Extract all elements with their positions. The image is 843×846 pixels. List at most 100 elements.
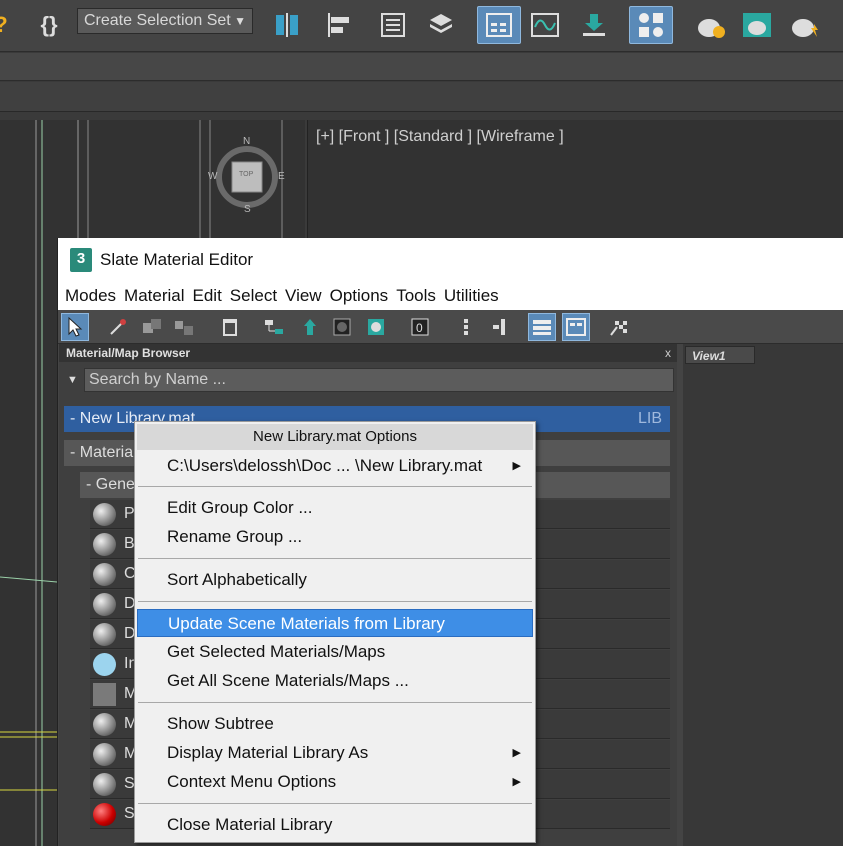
menu-item-update-scene-materials[interactable]: Update Scene Materials from Library [137,609,533,637]
viewcube-west: W [208,171,218,182]
hide-unused-icon[interactable] [296,313,324,341]
library-context-menu: New Library.mat Options C:\Users\delossh… [134,421,536,843]
material-swatch-blue-icon [93,653,116,676]
submenu-arrow-icon: ▶ [512,747,521,759]
put-material-icon[interactable] [138,313,166,341]
slate-toolbar: 0 [58,310,843,344]
assign-material-icon[interactable] [170,313,198,341]
chevron-down-icon: ▼ [234,14,246,28]
submenu-arrow-icon: ▶ [512,776,521,788]
schematic-view-icon[interactable] [577,6,611,44]
render-setup-icon[interactable] [692,6,730,44]
menu-item-label: Edit Group Color ... [167,498,313,517]
menu-item-sort-alphabetically[interactable]: Sort Alphabetically [137,566,533,594]
library-tag: LIB [637,410,662,427]
menu-options[interactable]: Options [330,286,389,306]
menu-item-get-all-scene-materials[interactable]: Get All Scene Materials/Maps ... [137,667,533,695]
menu-utilities[interactable]: Utilities [444,286,499,306]
search-options-icon[interactable]: ▼ [67,374,78,386]
move-children-icon[interactable] [260,313,288,341]
material-swatch-red-icon [93,803,116,826]
viewcube-north: N [243,136,251,147]
context-menu-header: New Library.mat Options [137,424,533,450]
materials-group-label: - Materia [70,444,134,461]
material-sphere-icon [93,743,116,766]
layout-all-icon[interactable] [452,313,480,341]
menu-item-context-menu-options[interactable]: Context Menu Options ▶ [137,768,533,796]
material-sphere-icon [93,713,116,736]
rendered-frame-icon[interactable] [738,6,776,44]
render-icon[interactable] [786,6,824,44]
browser-title-text: Material/Map Browser [66,346,191,360]
help-icon[interactable]: ? [0,6,12,44]
material-swatch-grey-icon [93,683,116,706]
parameter-editor-toggle-icon[interactable] [562,313,590,341]
toggle-scene-explorer-icon[interactable] [477,6,521,44]
eyedropper-icon[interactable] [104,313,132,341]
command-ribbon [0,53,843,81]
menu-item-close-library[interactable]: Close Material Library [137,811,533,839]
menu-item-label: Show Subtree [167,714,274,733]
menu-item-display-library-as[interactable]: Display Material Library As ▶ [137,739,533,767]
mirror-icon[interactable] [270,6,304,44]
material-sphere-icon [93,533,116,556]
menu-item-get-selected-materials[interactable]: Get Selected Materials/Maps [137,638,533,666]
selection-set-label: Create Selection Set [84,12,231,29]
viewport-toolbar [0,82,843,112]
sample-slot-icon[interactable]: 0 [406,313,434,341]
menu-item-label: Get All Scene Materials/Maps ... [167,671,409,690]
layout-children-icon[interactable] [486,313,514,341]
checker-background-icon[interactable] [362,313,390,341]
select-tool-icon[interactable] [61,313,89,341]
menu-item-rename-group[interactable]: Rename Group ... [137,523,533,551]
curve-editor-icon[interactable] [528,6,562,44]
menu-item-label: Get Selected Materials/Maps [167,642,386,661]
material-sphere-icon [93,623,116,646]
menu-item-label: Close Material Library [167,815,333,834]
menu-item-library-path[interactable]: C:\Users\delossh\Doc ... \New Library.ma… [137,452,533,480]
material-map-browser-toggle-icon[interactable] [528,313,556,341]
search-input[interactable]: Search by Name ... [84,368,674,392]
view-panel[interactable]: View1 [683,344,843,846]
menu-separator [138,601,532,602]
menu-modes[interactable]: Modes [65,286,116,306]
material-editor-icon[interactable] [629,6,673,44]
menu-item-label: Sort Alphabetically [167,570,307,589]
submenu-arrow-icon: ▶ [512,460,521,472]
menu-tools[interactable]: Tools [396,286,436,306]
menu-select[interactable]: Select [230,286,277,306]
browser-title: Material/Map Browser x [59,344,677,362]
menu-item-label: Rename Group ... [167,527,303,546]
menu-item-edit-group-color[interactable]: Edit Group Color ... [137,494,533,522]
viewport-label[interactable]: [+] [Front ] [Standard ] [Wireframe ] [316,128,564,146]
main-toolbar: ? {} Create Selection Set ▼ [0,0,843,52]
menu-view[interactable]: View [285,286,322,306]
delete-icon[interactable] [216,313,244,341]
menu-item-label: Update Scene Materials from Library [168,614,445,633]
menu-separator [138,702,532,703]
menu-item-label: Display Material Library As [167,743,369,762]
menu-item-label: C:\Users\delossh\Doc ... \New Library.ma… [167,456,483,475]
close-icon[interactable]: x [665,344,671,362]
menu-edit[interactable]: Edit [193,286,222,306]
menu-item-label: Context Menu Options [167,772,337,791]
viewcube[interactable]: N S W E TOP [208,136,285,215]
app-logo-icon: 3 [70,248,92,272]
menu-bar: Modes Material Edit Select View Options … [58,282,843,310]
align-icon[interactable] [322,6,356,44]
selection-set-dropdown[interactable]: Create Selection Set ▼ [77,8,253,34]
menu-material[interactable]: Material [124,286,184,306]
viewport-front[interactable]: [+] [Front ] [Standard ] [Wireframe ] [307,120,843,240]
material-sphere-icon [93,773,116,796]
layer-list-icon[interactable] [376,6,410,44]
viewcube-east: E [278,171,285,182]
window-titlebar[interactable]: 3 Slate Material Editor [58,238,843,282]
background-icon[interactable] [328,313,356,341]
select-by-material-icon[interactable] [606,313,634,341]
material-sphere-icon [93,593,116,616]
tab-view1[interactable]: View1 [685,346,755,364]
svg-text:0: 0 [416,321,423,335]
menu-item-show-subtree[interactable]: Show Subtree [137,710,533,738]
script-braces-icon[interactable]: {} [32,6,66,44]
layer-stack-icon[interactable] [424,6,458,44]
